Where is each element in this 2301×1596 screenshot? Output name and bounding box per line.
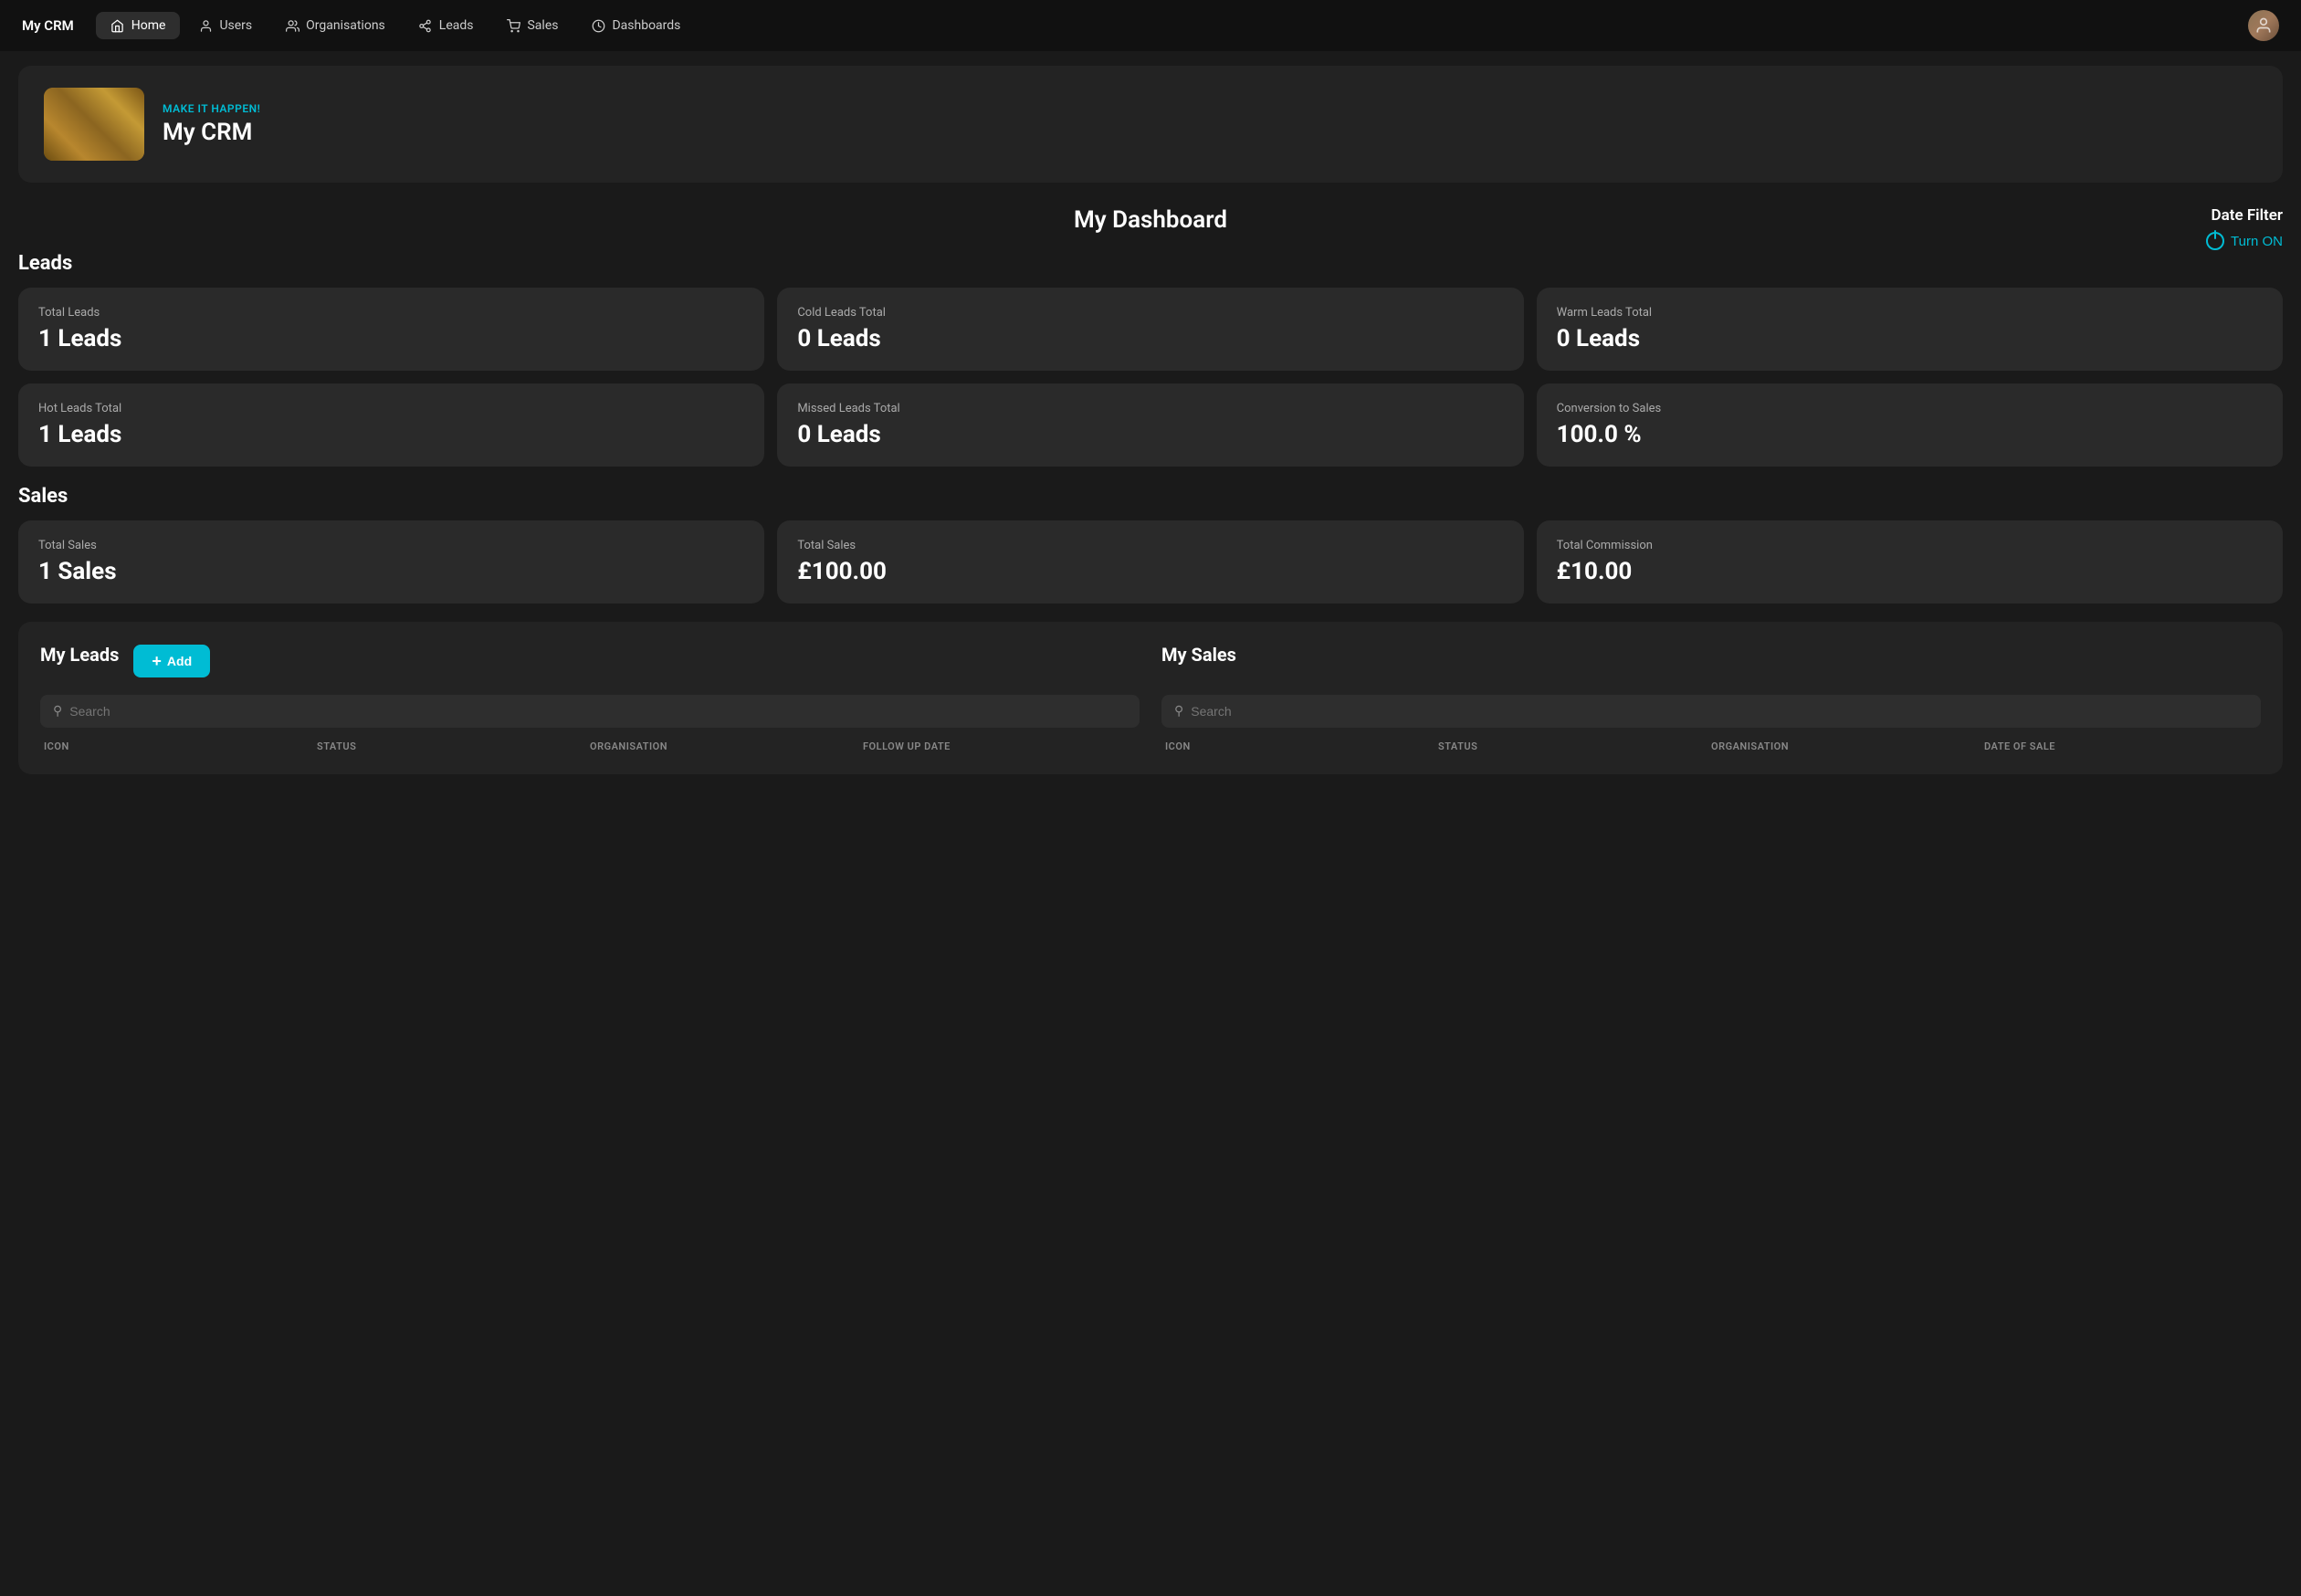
- lead-card-hot-label: Hot Leads Total: [38, 402, 744, 415]
- sales-cards-row1: Total Sales 1 Sales Total Sales £100.00 …: [18, 520, 2283, 604]
- dashboard-title: My Dashboard: [18, 206, 2283, 234]
- sales-card-count: Total Sales 1 Sales: [18, 520, 764, 604]
- navbar: My CRM Home Users: [0, 0, 2301, 51]
- leads-col-org: ORGANISATION: [590, 740, 863, 752]
- date-filter-panel: Date Filter Turn ON: [2206, 206, 2283, 254]
- sales-card-commission-value: £10.00: [1557, 558, 2263, 585]
- lead-card-hot: Hot Leads Total 1 Leads: [18, 383, 764, 467]
- org-icon: [285, 18, 299, 33]
- nav-leads-label: Leads: [439, 18, 474, 33]
- leads-section-label: Leads: [18, 252, 2283, 275]
- leads-cards-row2: Hot Leads Total 1 Leads Missed Leads Tot…: [18, 383, 2283, 467]
- lead-card-warm-value: 0 Leads: [1557, 325, 2263, 352]
- lead-card-total-value: 1 Leads: [38, 325, 744, 352]
- sales-card-revenue: Total Sales £100.00: [777, 520, 1523, 604]
- my-leads-column: My Leads Add ⚲ ICON STATUS ORGANISATION …: [40, 644, 1140, 752]
- sales-col-org: ORGANISATION: [1711, 740, 1984, 752]
- leads-search-input[interactable]: [69, 704, 1127, 719]
- nav-sales-label: Sales: [527, 18, 558, 33]
- sales-section: Sales Total Sales 1 Sales Total Sales £1…: [18, 485, 2283, 604]
- nav-home[interactable]: Home: [96, 12, 181, 39]
- nav-leads[interactable]: Leads: [404, 12, 489, 39]
- hero-image: [44, 88, 144, 161]
- sales-col-status: STATUS: [1438, 740, 1711, 752]
- main-content: My Dashboard Date Filter Turn ON Leads T…: [0, 197, 2301, 793]
- dashboard-icon: [591, 18, 605, 33]
- nav-sales[interactable]: Sales: [491, 12, 573, 39]
- sales-card-commission-label: Total Commission: [1557, 539, 2263, 552]
- turn-on-label: Turn ON: [2231, 234, 2283, 249]
- user-avatar[interactable]: [2248, 10, 2279, 41]
- hero-tagline: MAKE IT HAPPEN!: [163, 102, 260, 115]
- lead-card-missed-label: Missed Leads Total: [797, 402, 1503, 415]
- sales-section-label: Sales: [18, 485, 2283, 508]
- date-filter-label: Date Filter: [2206, 206, 2283, 225]
- leads-col-icon: ICON: [44, 740, 317, 752]
- lead-card-conversion-label: Conversion to Sales: [1557, 402, 2263, 415]
- sales-card-count-value: 1 Sales: [38, 558, 744, 585]
- lead-card-cold: Cold Leads Total 0 Leads: [777, 288, 1523, 371]
- sales-card-revenue-value: £100.00: [797, 558, 1503, 585]
- bottom-columns: My Leads Add ⚲ ICON STATUS ORGANISATION …: [40, 644, 2261, 752]
- nav-users-label: Users: [219, 18, 252, 33]
- add-lead-button[interactable]: Add: [133, 645, 210, 677]
- sales-search-bar[interactable]: ⚲: [1161, 695, 2261, 728]
- sales-col-date: DATE OF SALE: [1984, 740, 2257, 752]
- my-sales-column: My Sales ⚲ ICON STATUS ORGANISATION DATE…: [1161, 644, 2261, 752]
- dashboard-header: My Dashboard Date Filter Turn ON: [18, 206, 2283, 234]
- sales-card-commission: Total Commission £10.00: [1537, 520, 2283, 604]
- app-brand: My CRM: [22, 17, 74, 34]
- sales-card-revenue-label: Total Sales: [797, 539, 1503, 552]
- nav-organisations-label: Organisations: [306, 18, 385, 33]
- nav-dashboards-label: Dashboards: [612, 18, 680, 33]
- lead-card-conversion-value: 100.0 %: [1557, 421, 2263, 448]
- my-sales-title: My Sales: [1161, 644, 1236, 666]
- power-icon: [2206, 232, 2224, 250]
- hero-title: My CRM: [163, 119, 260, 146]
- nav-home-label: Home: [131, 18, 166, 33]
- lead-card-cold-label: Cold Leads Total: [797, 306, 1503, 320]
- lead-card-missed: Missed Leads Total 0 Leads: [777, 383, 1523, 467]
- leads-col-status: STATUS: [317, 740, 590, 752]
- lead-card-cold-value: 0 Leads: [797, 325, 1503, 352]
- lead-card-warm: Warm Leads Total 0 Leads: [1537, 288, 2283, 371]
- nav-organisations[interactable]: Organisations: [270, 12, 400, 39]
- leads-section: Leads Total Leads 1 Leads Cold Leads Tot…: [18, 252, 2283, 467]
- sales-col-icon: ICON: [1165, 740, 1438, 752]
- nav-dashboards[interactable]: Dashboards: [576, 12, 695, 39]
- leads-cards-row1: Total Leads 1 Leads Cold Leads Total 0 L…: [18, 288, 2283, 371]
- turn-on-button[interactable]: Turn ON: [2206, 232, 2283, 250]
- lead-card-missed-value: 0 Leads: [797, 421, 1503, 448]
- my-leads-header: My Leads Add: [40, 644, 1140, 678]
- user-icon: [198, 18, 213, 33]
- leads-col-followup: FOLLOW UP DATE: [863, 740, 1136, 752]
- hero-text: MAKE IT HAPPEN! My CRM: [163, 102, 260, 146]
- nav-users[interactable]: Users: [184, 12, 267, 39]
- leads-search-icon: ⚲: [53, 704, 62, 719]
- sales-search-icon: ⚲: [1174, 704, 1183, 719]
- lead-card-total-label: Total Leads: [38, 306, 744, 320]
- sales-search-input[interactable]: [1191, 704, 2248, 719]
- add-lead-label: Add: [167, 654, 192, 668]
- bottom-panel: My Leads Add ⚲ ICON STATUS ORGANISATION …: [18, 622, 2283, 774]
- home-icon: [110, 18, 125, 33]
- lead-card-conversion: Conversion to Sales 100.0 %: [1537, 383, 2283, 467]
- sales-icon: [506, 18, 520, 33]
- leads-search-bar[interactable]: ⚲: [40, 695, 1140, 728]
- leads-icon: [418, 18, 433, 33]
- lead-card-hot-value: 1 Leads: [38, 421, 744, 448]
- nav-links: Home Users Organisations: [96, 12, 2241, 39]
- hero-banner: MAKE IT HAPPEN! My CRM: [18, 66, 2283, 183]
- sales-table-headers: ICON STATUS ORGANISATION DATE OF SALE: [1161, 740, 2261, 752]
- my-leads-title: My Leads: [40, 644, 119, 666]
- leads-table-headers: ICON STATUS ORGANISATION FOLLOW UP DATE: [40, 740, 1140, 752]
- lead-card-total: Total Leads 1 Leads: [18, 288, 764, 371]
- sales-card-count-label: Total Sales: [38, 539, 744, 552]
- my-sales-header: My Sales: [1161, 644, 2261, 678]
- lead-card-warm-label: Warm Leads Total: [1557, 306, 2263, 320]
